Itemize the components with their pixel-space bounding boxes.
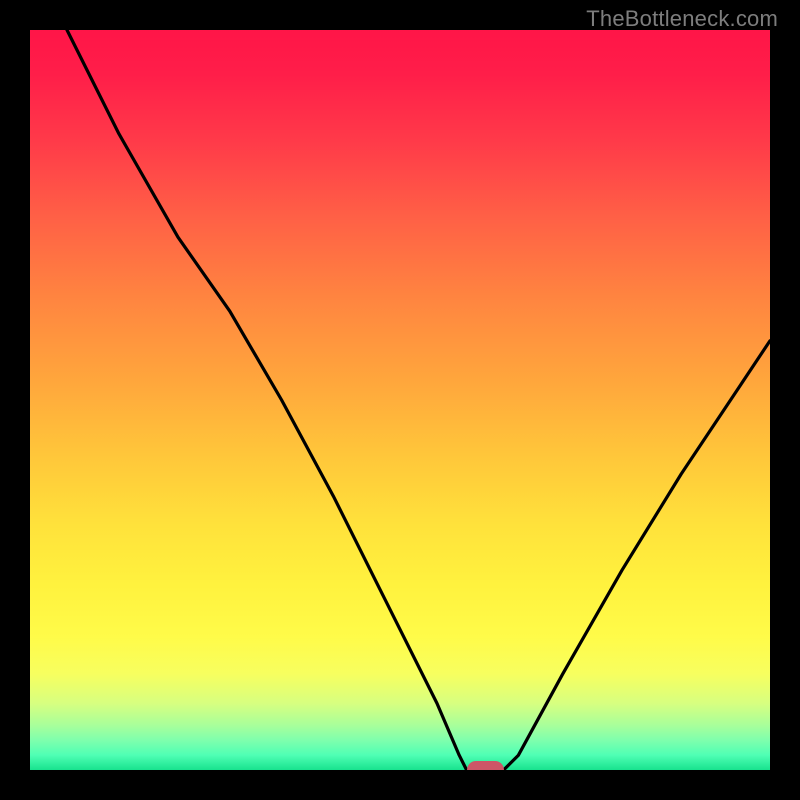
watermark-text: TheBottleneck.com (586, 6, 778, 32)
bottleneck-curve (30, 30, 770, 770)
optimal-marker (467, 761, 504, 770)
chart-frame: TheBottleneck.com (0, 0, 800, 800)
plot-area (30, 30, 770, 770)
curve-path (67, 30, 770, 770)
